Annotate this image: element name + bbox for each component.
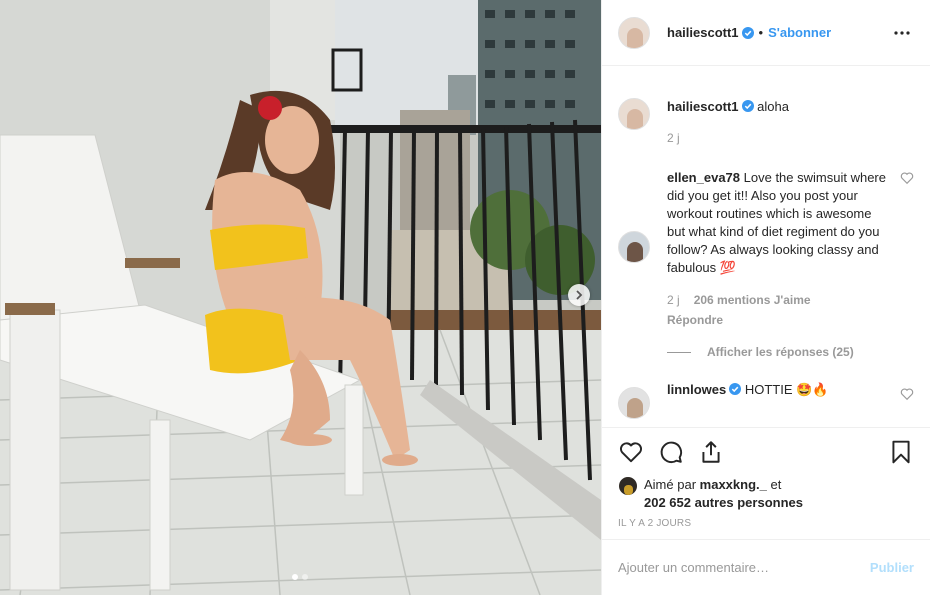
comment-text: aloha (757, 99, 789, 114)
comment-username[interactable]: ellen_eva78 (667, 170, 740, 185)
comment-body: linnlowes HOTTIE 🤩🔥 (667, 381, 914, 419)
publish-button[interactable]: Publier (870, 560, 914, 575)
comment-text: Love the swimsuit where did you get it!!… (667, 170, 886, 275)
like-comment-heart-icon[interactable] (900, 387, 914, 401)
author-info: hailiescott1 • S'abonner (667, 25, 831, 40)
author-username[interactable]: hailiescott1 (667, 25, 739, 40)
photo-illustration (0, 0, 601, 595)
instagram-post: hailiescott1 • S'abonner hailiescott1 al… (0, 0, 930, 595)
carousel-next-button[interactable] (568, 284, 590, 306)
commenter-avatar[interactable] (618, 387, 650, 419)
liker-username[interactable]: maxxkng._ (700, 477, 767, 492)
caption-comment: hailiescott1 aloha 2 j (618, 98, 914, 147)
more-dots-icon (894, 30, 910, 35)
comment-bubble-icon[interactable] (658, 439, 684, 465)
author-avatar[interactable] (618, 16, 650, 49)
add-comment-input[interactable] (618, 560, 870, 575)
comment-item: ellen_eva78 Love the swimsuit where did … (618, 169, 914, 329)
separator-dot: • (758, 25, 764, 40)
comment-body: ellen_eva78 Love the swimsuit where did … (667, 169, 914, 329)
liked-by-text: Aimé par maxxkng._ et 202 652 autres per… (644, 476, 803, 512)
bookmark-icon[interactable] (888, 439, 914, 465)
comment-likes-count[interactable]: 206 mentions J'aime (694, 291, 811, 309)
comment-item: linnlowes HOTTIE 🤩🔥 (618, 381, 914, 419)
comment-username[interactable]: linnlowes (667, 382, 726, 397)
view-replies-label: Afficher les réponses (25) (707, 345, 854, 359)
comment-body: hailiescott1 aloha 2 j (667, 98, 914, 147)
liked-by-prefix: Aimé par (644, 477, 697, 492)
add-comment-bar: Publier (602, 539, 930, 595)
view-replies-line (667, 351, 691, 353)
comment-text: HOTTIE 🤩🔥 (744, 382, 829, 397)
comments-list[interactable]: hailiescott1 aloha 2 j ellen_eva78 Love … (602, 66, 930, 427)
commenter-avatar[interactable] (618, 98, 650, 130)
post-photo[interactable] (0, 0, 601, 595)
post-header: hailiescott1 • S'abonner (602, 0, 930, 66)
carousel-dot-active (292, 574, 298, 580)
more-options-button[interactable] (890, 21, 914, 45)
comment-time[interactable]: 2 j (667, 291, 680, 309)
post-actions (602, 427, 930, 476)
comment-meta: 2 j (667, 129, 890, 147)
comment-time[interactable]: 2 j (667, 129, 680, 147)
verified-badge-icon (741, 26, 754, 39)
comment-meta: 2 j 206 mentions J'aime (667, 291, 890, 309)
chevron-right-icon (576, 290, 583, 300)
reply-button[interactable]: Répondre (667, 311, 890, 329)
comment-username[interactable]: hailiescott1 (667, 99, 739, 114)
like-heart-icon[interactable] (618, 439, 644, 465)
likes-count[interactable]: 202 652 autres personnes (644, 495, 803, 510)
commenter-avatar[interactable] (618, 231, 650, 263)
liked-by-middle: et (770, 477, 782, 492)
verified-badge-icon (729, 383, 742, 395)
post-time-ago[interactable]: IL Y A 2 JOURS (602, 518, 930, 529)
carousel-dot (302, 574, 308, 580)
view-replies-button[interactable]: Afficher les réponses (25) (667, 345, 914, 359)
follow-button[interactable]: S'abonner (768, 25, 831, 40)
liker-avatar[interactable] (618, 476, 638, 496)
share-icon[interactable] (698, 439, 724, 465)
post-sidebar: hailiescott1 • S'abonner hailiescott1 al… (601, 0, 930, 595)
verified-badge-icon (741, 100, 754, 112)
liked-by: Aimé par maxxkng._ et 202 652 autres per… (602, 476, 930, 512)
carousel-indicator (292, 574, 308, 580)
like-comment-heart-icon[interactable] (900, 171, 914, 185)
